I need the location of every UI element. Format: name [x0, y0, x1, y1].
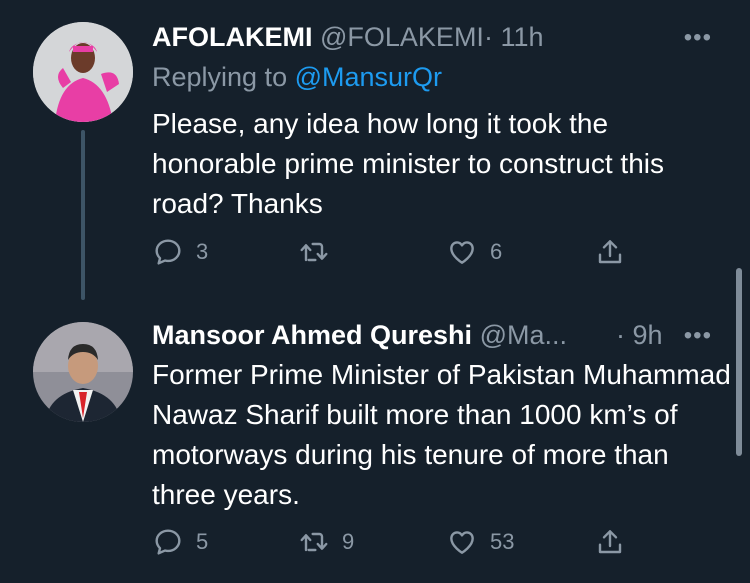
tweet-actions: 5 9 53	[152, 526, 632, 560]
avatar-afolakemi[interactable]	[33, 22, 133, 122]
tweet-text: Please, any idea how long it took the ho…	[152, 108, 664, 219]
avatar-mansoor[interactable]	[33, 322, 133, 422]
author-name[interactable]: AFOLAKEMI	[152, 22, 312, 52]
author-name[interactable]: Mansoor Ahmed Qureshi	[152, 320, 472, 350]
replying-prefix: Replying to	[152, 62, 295, 92]
avatar-image	[33, 22, 133, 122]
tweet-actions: 3 6	[152, 236, 632, 270]
tweet-header: AFOLAKEMI @FOLAKEMI· 11h	[152, 20, 544, 54]
share-button[interactable]	[594, 236, 626, 268]
share-icon	[598, 240, 622, 264]
reply-count: 3	[196, 239, 209, 264]
heart-icon	[450, 531, 474, 554]
heart-icon	[450, 241, 474, 264]
retweet-button[interactable]: 9	[298, 526, 354, 558]
reply-button[interactable]: 5	[152, 526, 208, 558]
more-options-icon[interactable]: •••	[684, 24, 712, 52]
tweet-header: Mansoor Ahmed Qureshi @Ma...	[152, 318, 567, 352]
replying-to: Replying to @MansurQr	[152, 60, 442, 94]
like-count: 53	[490, 529, 515, 554]
avatar-image	[33, 322, 133, 422]
retweet-icon	[300, 532, 328, 552]
retweet-button[interactable]	[298, 236, 342, 268]
like-button[interactable]: 6	[446, 236, 502, 268]
tweet-afolakemi[interactable]: AFOLAKEMI @FOLAKEMI· 11h ••• Replying to…	[0, 0, 750, 300]
thread-line	[81, 130, 85, 300]
reply-button[interactable]: 3	[152, 236, 208, 268]
tweet-mansoor[interactable]: Mansoor Ahmed Qureshi @Ma... · 9h ••• Fo…	[0, 300, 750, 583]
scrollbar[interactable]	[736, 268, 742, 456]
reply-icon	[155, 239, 181, 265]
replying-to-link[interactable]: @MansurQr	[295, 62, 442, 92]
share-icon	[598, 530, 622, 554]
author-handle[interactable]: @Ma...	[480, 320, 567, 350]
retweet-count: 9	[342, 529, 355, 554]
share-button[interactable]	[594, 526, 626, 558]
like-count: 6	[490, 239, 503, 264]
tweet-time[interactable]: · 11h	[484, 22, 544, 52]
author-handle[interactable]: @FOLAKEMI	[320, 22, 484, 52]
reply-icon	[155, 529, 181, 555]
more-options-icon[interactable]: •••	[684, 322, 712, 350]
reply-count: 5	[196, 529, 209, 554]
retweet-icon	[300, 242, 328, 262]
like-button[interactable]: 53	[446, 526, 514, 558]
tweet-time[interactable]: · 9h	[616, 318, 663, 352]
tweet-text: Former Prime Minister of Pakistan Muhamm…	[152, 359, 731, 510]
